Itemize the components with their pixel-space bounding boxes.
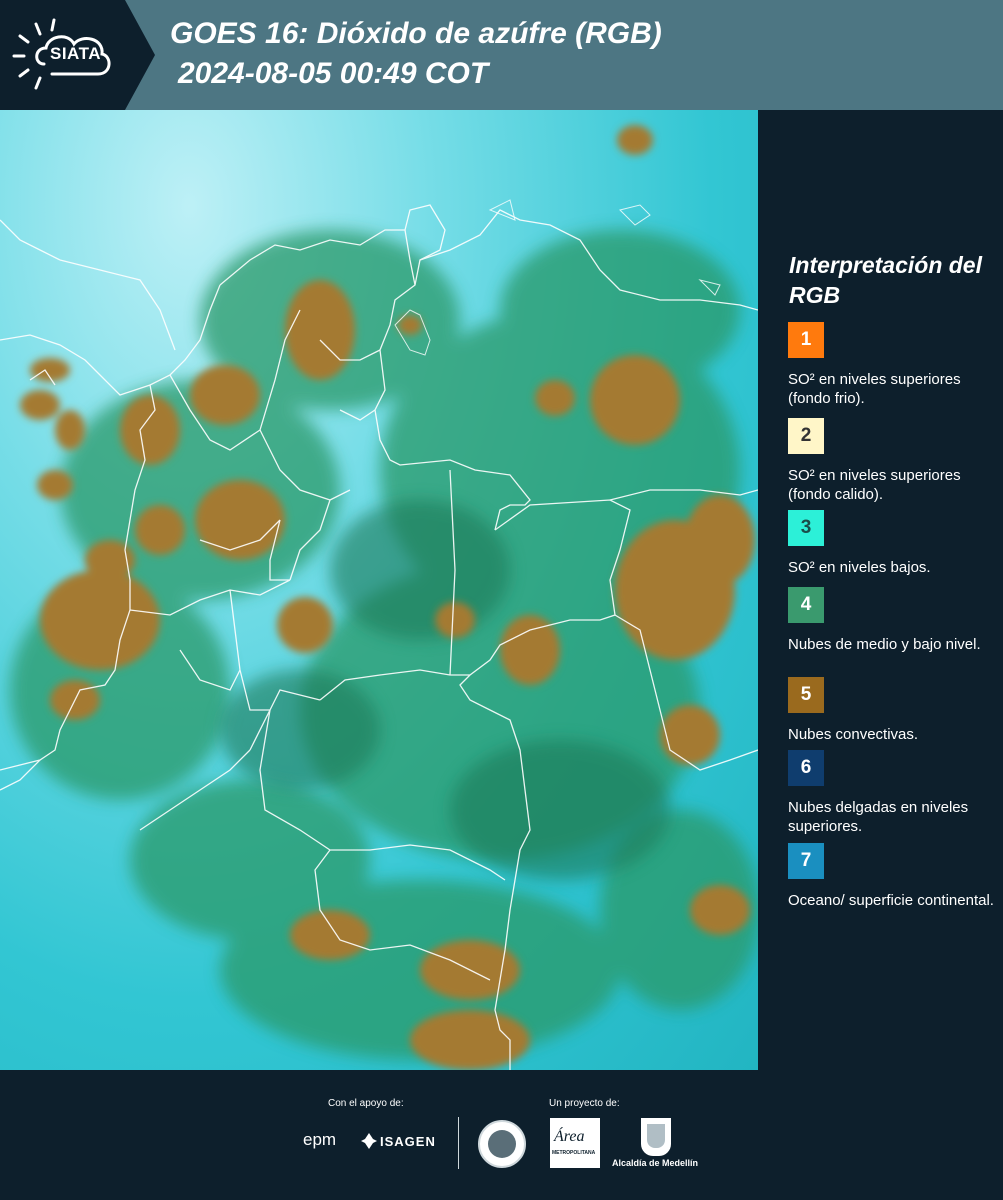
legend-label-4: Nubes de medio y bajo nivel. [788,636,981,653]
area-metropolitana-logo: Área METROPOLITANA [550,1118,600,1168]
amva-sub: METROPOLITANA [552,1150,596,1156]
legend-label-7: Oceano/ superficie continental. [788,892,994,909]
legend-swatch-7: 7 [788,843,824,879]
isagen-logo: ISAGEN [380,1134,436,1149]
header-bar: SIATA GOES 16: Dióxido de azúfre (RGB) 2… [0,0,1003,110]
siata-logo: SIATA [0,0,155,110]
legend-label-2: SO² en niveles superiores (fondo calido)… [788,467,961,503]
satellite-imagery [0,125,758,1070]
footer-divider [458,1117,459,1169]
alcaldia-label: Alcaldía de Medellín [612,1158,699,1168]
legend-swatch-3: 3 [788,510,824,546]
amva-name: Área [554,1128,585,1145]
legend-swatch-6: 6 [788,750,824,786]
epm-logo: epm [303,1130,337,1149]
legend-item-3: 3 SO² en niveles bajos. [788,510,998,577]
legend-item-5: 5 Nubes convectivas. [788,677,998,744]
legend-swatch-4: 4 [788,587,824,623]
legend-item-6: 6 Nubes delgadas en niveles superiores. [788,750,998,836]
seal-inner [488,1130,516,1158]
alcaldia-shield-icon [641,1118,671,1156]
legend-label-6: Nubes delgadas en niveles superiores. [788,799,969,835]
shield-inner [647,1124,665,1148]
project-label: Un proyecto de: [549,1098,620,1109]
footer-bar: Con el apoyo de: Un proyecto de: epm ISA… [0,1070,1003,1200]
legend-title: Interpretación del RGB [789,252,982,308]
legend-item-4: 4 Nubes de medio y bajo nivel. [788,587,998,654]
legend-swatch-2: 2 [788,418,824,454]
isagen-icon [361,1133,377,1149]
legend-label-1: SO² en niveles superiores (fondo frio). [788,371,961,407]
legend-item-2: 2 SO² en niveles superiores (fondo calid… [788,418,998,504]
legend-label-5: Nubes convectivas. [788,726,919,743]
support-label: Con el apoyo de: [328,1098,404,1109]
legend-panel: Interpretación del RGB 1 SO² en niveles … [760,110,1003,1070]
legend-swatch-5: 5 [788,677,824,713]
legend-item-7: 7 Oceano/ superficie continental. [788,843,998,910]
page-timestamp: 2024-08-05 00:49 COT [178,57,489,90]
medellin-seal-icon [478,1120,526,1168]
legend-swatch-1: 1 [788,322,824,358]
logo-text: SIATA [50,44,101,63]
page-title: GOES 16: Dióxido de azúfre (RGB) [170,17,662,50]
satellite-map[interactable] [0,110,758,1070]
legend-item-1: 1 SO² en niveles superiores (fondo frio)… [788,322,998,408]
legend-label-3: SO² en niveles bajos. [788,559,931,576]
